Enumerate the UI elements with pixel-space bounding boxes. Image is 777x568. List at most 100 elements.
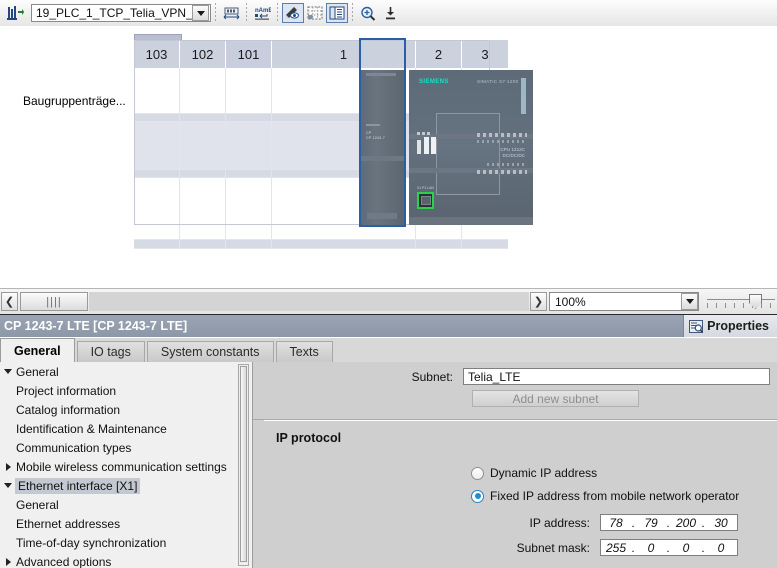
chevron-down-icon[interactable] (0, 362, 16, 381)
tab-system-constants[interactable]: System constants (146, 341, 274, 362)
nav-item-label: Time-of-day synchronization (16, 535, 167, 550)
horizontal-scrollbar-grip[interactable]: |||| (20, 292, 88, 311)
ip-octet-3[interactable]: 200 (671, 516, 701, 530)
network-devices-icon[interactable] (3, 2, 27, 24)
nav-item-label: Ethernet addresses (16, 516, 121, 531)
nav-item-label: Project information (16, 383, 117, 398)
grid-icon (307, 6, 323, 20)
toolbar: 19_PLC_1_TCP_Telia_VPN_Ser nAmE (0, 0, 777, 27)
subnet-section: Subnet: Telia_LTE Add new subnet (253, 362, 777, 420)
radio-fixed-ip[interactable]: Fixed IP address from mobile network ope… (471, 489, 739, 503)
ethernet-port-x1p1[interactable] (417, 192, 434, 209)
cpu-type-line1: CPU 1212C (500, 147, 525, 152)
ip-address-row: IP address: 78 . 79 . 200 . 30 (394, 514, 738, 531)
mask-octet-4[interactable]: 0 (706, 541, 736, 555)
properties-content-pane: Subnet: Telia_LTE Add new subnet IP prot… (253, 362, 777, 568)
subnet-label: Subnet: (411, 369, 453, 384)
nav-item-mobile-wireless-settings[interactable]: Mobile wireless communication settings (0, 457, 240, 476)
grid-button[interactable] (304, 3, 326, 23)
topology-pen-button[interactable] (282, 3, 304, 23)
device-view-canvas[interactable]: Baugruppenträge... 103 102 101 1 2 3 CP … (0, 26, 777, 288)
zoom-in-button[interactable] (357, 3, 379, 23)
chevron-right-icon[interactable] (0, 457, 16, 476)
toolbar-separator (246, 3, 247, 23)
module-cpu-1212c[interactable]: SIEMENS SIMATIC S7-1200 CPU 1212C DC/DC/… (409, 70, 533, 225)
nav-item-ethernet-addresses[interactable]: Ethernet addresses (0, 514, 240, 533)
rack-grid-row (134, 240, 508, 249)
tab-io-tags[interactable]: IO tags (76, 341, 145, 362)
simatic-series-label: SIMATIC S7-1200 (477, 79, 519, 84)
properties-button[interactable]: Properties (683, 315, 777, 337)
nav-tree-scrollbar-thumb (240, 366, 247, 562)
nav-item-identification-maintenance[interactable]: Identification & Maintenance (0, 419, 240, 438)
slot-header-101[interactable]: 101 (226, 40, 272, 68)
pen-eye-icon (286, 7, 299, 19)
slot-header-2[interactable]: 2 (416, 40, 462, 68)
slot-header-3[interactable]: 3 (462, 40, 508, 68)
siemens-logo: SIEMENS (419, 79, 449, 85)
chevron-right-icon[interactable]: ❯ (530, 292, 547, 311)
magnifier-plus-icon (361, 6, 376, 21)
slot-header-103[interactable]: 103 (134, 40, 180, 68)
tab-texts[interactable]: Texts (275, 341, 333, 362)
mask-octet-3[interactable]: 0 (671, 541, 701, 555)
radio-dynamic-ip-label: Dynamic IP address (490, 466, 598, 480)
nav-item-time-of-day-synchronization[interactable]: Time-of-day synchronization (0, 533, 240, 552)
device-selector-value: 19_PLC_1_TCP_Telia_VPN_Ser (36, 6, 192, 20)
nav-item-label: Advanced options (16, 554, 112, 568)
radio-dynamic-ip-indicator[interactable] (471, 466, 484, 480)
subnet-mask-row: Subnet mask: 255 . 0 . 0 . 0 (394, 539, 738, 556)
radio-fixed-ip-indicator[interactable] (471, 489, 484, 503)
add-new-subnet-button[interactable]: Add new subnet (472, 390, 639, 407)
horizontal-scroll-track[interactable] (89, 292, 529, 311)
ip-address-label: IP address: (529, 515, 590, 530)
nav-item-ethernet-general[interactable]: General (0, 495, 240, 514)
nav-item-ethernet-interface-x1[interactable]: Ethernet interface [X1] (0, 476, 240, 495)
chevron-down-icon[interactable] (192, 5, 209, 21)
chevron-right-icon[interactable] (0, 552, 16, 568)
subnet-mask-input[interactable]: 255 . 0 . 0 . 0 (600, 539, 738, 556)
chevron-down-icon[interactable] (0, 476, 16, 495)
subnet-mask-label: Subnet mask: (516, 540, 590, 555)
properties-button-label: Properties (707, 319, 769, 333)
cpu-memory-door (436, 113, 500, 195)
tab-general[interactable]: General (0, 338, 75, 362)
zoom-fit-icon (385, 6, 395, 19)
ip-address-input[interactable]: 78 . 79 . 200 . 30 (600, 514, 738, 531)
mask-octet-2[interactable]: 0 (636, 541, 666, 555)
zoom-fit-button[interactable] (379, 3, 401, 23)
cpu-led-row-1 (477, 133, 527, 137)
nav-item-advanced-options[interactable]: Advanced options (0, 552, 240, 568)
nav-item-label: Ethernet interface [X1] (15, 477, 141, 494)
cpu-rib-detail (521, 78, 526, 114)
zoom-level-value: 100% (555, 294, 586, 309)
slot-header-102[interactable]: 102 (180, 40, 226, 68)
ip-octet-1[interactable]: 78 (601, 516, 631, 530)
nav-item-general[interactable]: General (0, 362, 240, 381)
split-view-button[interactable] (326, 3, 348, 23)
address-overview-button[interactable] (220, 3, 242, 23)
address-overview-icon (223, 7, 239, 19)
mask-octet-1[interactable]: 255 (601, 541, 631, 555)
chevron-down-icon[interactable] (681, 293, 698, 310)
nav-tree-scrollbar[interactable] (238, 364, 249, 566)
properties-nav-tree[interactable]: General Project information Catalog info… (0, 362, 253, 568)
zoom-level-combo[interactable]: 100% (549, 292, 699, 311)
radio-fixed-ip-label: Fixed IP address from mobile network ope… (490, 489, 740, 503)
chevron-left-icon[interactable]: ❮ (1, 292, 18, 311)
ip-octet-4[interactable]: 30 (706, 516, 736, 530)
nav-item-project-information[interactable]: Project information (0, 381, 240, 400)
device-selector-combo[interactable]: 19_PLC_1_TCP_Telia_VPN_Ser (31, 4, 211, 22)
ip-octet-2[interactable]: 79 (636, 516, 666, 530)
cpu-led-row-3 (487, 163, 527, 166)
subnet-input[interactable]: Telia_LTE (463, 368, 770, 385)
cpu-footer-detail (409, 217, 533, 225)
zoom-slider[interactable] (705, 292, 777, 311)
nav-item-label: Identification & Maintenance (16, 421, 167, 436)
radio-dynamic-ip[interactable]: Dynamic IP address (471, 466, 597, 480)
nav-item-communication-types[interactable]: Communication types (0, 438, 240, 457)
properties-title-bar: CP 1243-7 LTE [CP 1243-7 LTE] Properties (0, 315, 777, 337)
name-label-button[interactable]: nAmE (251, 3, 273, 23)
nav-tree-items: General Project information Catalog info… (0, 362, 240, 568)
nav-item-catalog-information[interactable]: Catalog information (0, 400, 240, 419)
